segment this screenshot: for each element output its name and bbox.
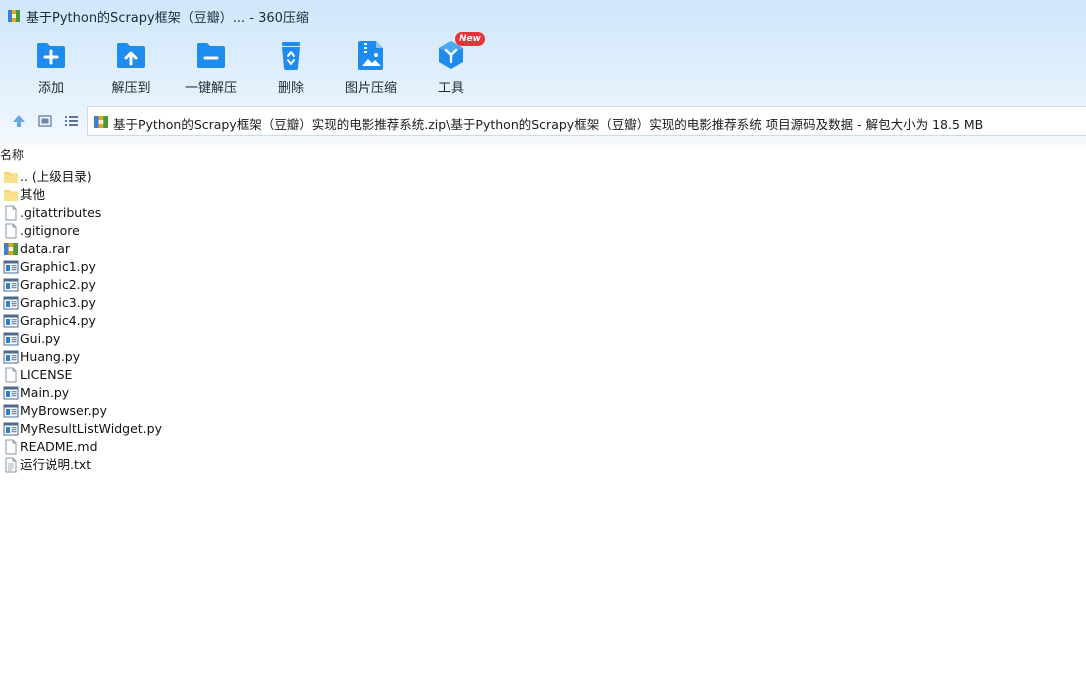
address-bar[interactable]: 基于Python的Scrapy框架（豆瓣）实现的电影推荐系统.zip\基于Pyt… [87, 106, 1086, 136]
new-badge: New [455, 32, 485, 46]
header-band: 基于Python的Scrapy框架（豆瓣）... - 360压缩 添加 解压到 [0, 0, 1086, 145]
python-file-icon [3, 385, 19, 401]
file-name: Graphic2.py [20, 277, 96, 292]
one-click-extract-icon [197, 43, 225, 68]
app-window: 基于Python的Scrapy框架（豆瓣）... - 360压缩 添加 解压到 [0, 0, 1086, 678]
python-file-icon [3, 259, 19, 275]
file-row[interactable]: Graphic1.py [0, 258, 400, 276]
file-icon [3, 205, 19, 221]
folder-icon [3, 169, 19, 185]
file-name: 运行说明.txt [20, 457, 92, 472]
file-row[interactable]: Huang.py [0, 348, 400, 366]
file-row[interactable]: 运行说明.txt [0, 456, 400, 474]
file-row[interactable]: Graphic4.py [0, 312, 400, 330]
file-name: data.rar [20, 241, 71, 256]
file-row[interactable]: LICENSE [0, 366, 400, 384]
extract-to-button[interactable]: 解压到 [91, 36, 171, 98]
file-row[interactable]: .gitignore [0, 222, 400, 240]
python-file-icon [3, 331, 19, 347]
file-name: Graphic1.py [20, 259, 96, 274]
file-row[interactable]: Main.py [0, 384, 400, 402]
one-click-extract-label: 一键解压 [184, 81, 237, 96]
extract-to-icon [117, 43, 145, 68]
file-name: .. (上级目录) [20, 169, 92, 184]
up-level-icon[interactable] [10, 112, 28, 130]
navigation-row: 基于Python的Scrapy框架（豆瓣）实现的电影推荐系统.zip\基于Pyt… [0, 106, 1086, 136]
image-compress-button[interactable]: 图片压缩 [331, 36, 411, 98]
file-row[interactable]: data.rar [0, 240, 400, 258]
text-file-icon [3, 457, 19, 473]
file-name: Huang.py [20, 349, 81, 364]
file-row[interactable]: README.md [0, 438, 400, 456]
file-name: Graphic3.py [20, 295, 96, 310]
image-compress-icon [358, 41, 383, 70]
add-button-label: 添加 [37, 81, 64, 96]
tools-button[interactable]: New 工具 [411, 32, 491, 98]
file-icon [3, 223, 19, 239]
python-file-icon [3, 295, 19, 311]
file-name: 其他 [20, 187, 46, 202]
file-name: README.md [20, 439, 98, 454]
file-name: MyResultListWidget.py [20, 421, 162, 436]
python-file-icon [3, 277, 19, 293]
file-name: .gitattributes [20, 205, 102, 220]
recycle-bin-icon [282, 42, 300, 70]
extract-to-label: 解压到 [111, 81, 151, 96]
file-row[interactable]: MyResultListWidget.py [0, 420, 400, 438]
folder-icon [3, 187, 19, 203]
python-file-icon [3, 421, 19, 437]
archive-icon [94, 116, 108, 128]
archive-app-icon [8, 10, 20, 22]
list-view-icon[interactable] [62, 112, 80, 130]
image-compress-label: 图片压缩 [344, 81, 397, 96]
file-name: Graphic4.py [20, 313, 96, 328]
file-list: .. (上级目录) 其他 .gitattributes .gitignore data.… [0, 168, 400, 474]
address-path: 基于Python的Scrapy框架（豆瓣）实现的电影推荐系统.zip\基于Pyt… [113, 117, 984, 132]
title-bar: 基于Python的Scrapy框架（豆瓣）... - 360压缩 [0, 0, 1086, 32]
file-name: .gitignore [20, 223, 80, 238]
thumbnail-view-icon[interactable] [36, 112, 54, 130]
main-toolbar: 添加 解压到 一键解压 删除 图片压缩 New 工具 [0, 32, 1086, 98]
column-header-name[interactable]: 名称 [0, 147, 24, 163]
file-row[interactable]: Graphic2.py [0, 276, 400, 294]
file-row[interactable]: Graphic3.py [0, 294, 400, 312]
file-row[interactable]: .. (上级目录) [0, 168, 400, 186]
file-icon [3, 439, 19, 455]
add-folder-icon [37, 43, 65, 68]
file-name: LICENSE [20, 367, 73, 382]
add-button[interactable]: 添加 [11, 36, 91, 98]
file-name: MyBrowser.py [20, 403, 107, 418]
delete-label: 删除 [277, 81, 304, 96]
file-row[interactable]: .gitattributes [0, 204, 400, 222]
file-name: Main.py [20, 385, 70, 400]
delete-button[interactable]: 删除 [251, 36, 331, 98]
python-file-icon [3, 313, 19, 329]
file-row[interactable]: 其他 [0, 186, 400, 204]
python-file-icon [3, 349, 19, 365]
python-file-icon [3, 403, 19, 419]
tools-label: 工具 [437, 81, 464, 96]
one-click-extract-button[interactable]: 一键解压 [171, 36, 251, 98]
file-name: Gui.py [20, 331, 61, 346]
file-row[interactable]: Gui.py [0, 330, 400, 348]
window-title: 基于Python的Scrapy框架（豆瓣）... - 360压缩 [26, 11, 309, 26]
archive-icon [3, 241, 19, 257]
file-row[interactable]: MyBrowser.py [0, 402, 400, 420]
file-icon [3, 367, 19, 383]
